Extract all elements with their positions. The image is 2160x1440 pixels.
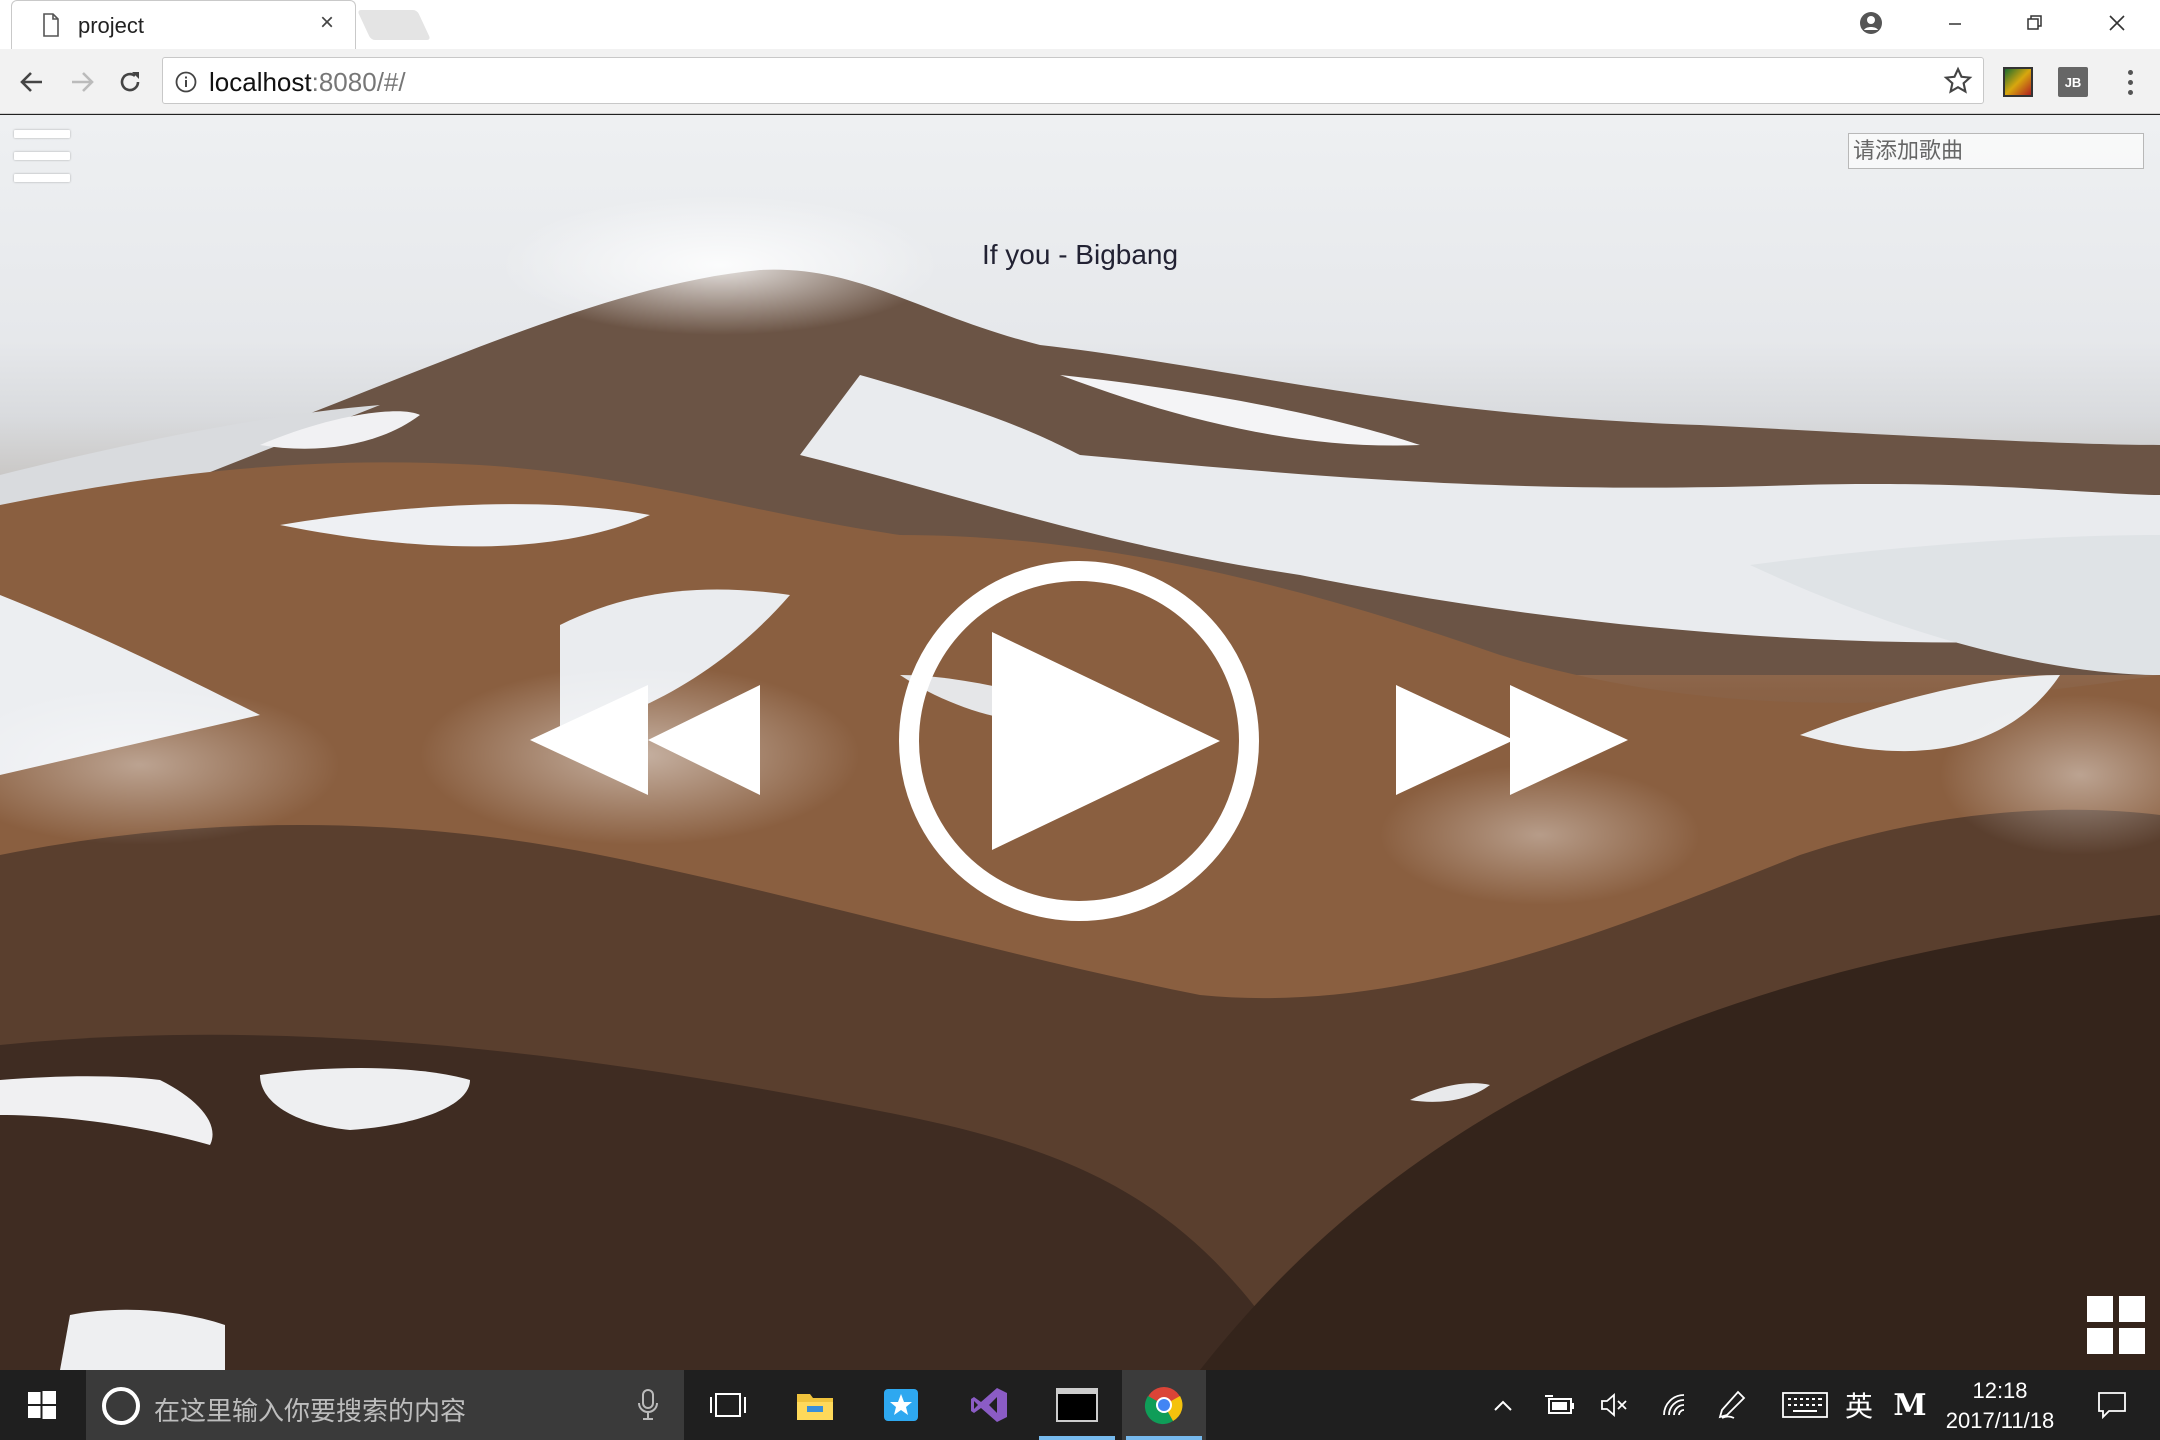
clock-time: 12:18 (1972, 1378, 2028, 1403)
bookmark-star-icon[interactable] (1943, 66, 1973, 101)
chrome-button[interactable] (1122, 1370, 1206, 1440)
song-title: If you - Bigbang (981, 239, 1179, 270)
microphone-icon[interactable] (636, 1388, 660, 1427)
taskbar-search-placeholder: 在这里输入你要搜索的内容 (154, 1397, 467, 1427)
minimize-button[interactable] (1940, 8, 1970, 38)
address-bar[interactable]: localhost:8080/#/ (162, 57, 1984, 104)
folder-icon (797, 1394, 833, 1420)
jb-extension-icon[interactable]: JB (2058, 67, 2088, 97)
extension-icon[interactable] (2003, 67, 2033, 97)
volume-muted-icon[interactable] (1596, 1370, 1632, 1440)
start-button[interactable] (0, 1370, 84, 1440)
action-center-button[interactable] (2082, 1370, 2142, 1440)
back-button[interactable] (14, 64, 50, 100)
reload-button[interactable] (112, 64, 148, 100)
clock-date: 2017/11/18 (1945, 1408, 2055, 1433)
terminal-icon (1056, 1388, 1098, 1422)
url-text[interactable]: localhost:8080/#/ (209, 67, 406, 98)
chevron-up-icon (1494, 1400, 1512, 1411)
new-tab-button[interactable] (357, 10, 431, 40)
wifi-icon[interactable] (1656, 1370, 1692, 1440)
visual-studio-button[interactable] (947, 1370, 1031, 1440)
task-view-button[interactable] (686, 1370, 770, 1440)
close-window-button[interactable] (2102, 8, 2132, 38)
star-app-icon (884, 1389, 918, 1421)
hamburger-menu-icon[interactable] (14, 130, 70, 182)
windows-logo-icon (28, 1391, 56, 1419)
file-explorer-button[interactable] (773, 1370, 857, 1440)
page-viewport: If you - Bigbang (0, 115, 2160, 1370)
cortana-icon[interactable] (102, 1387, 140, 1425)
windows-taskbar: 在这里输入你要搜索的内容 英 M 12:18 2017/11/18 (0, 1370, 2160, 1440)
url-host: localhost (209, 67, 312, 97)
input-method-indicator[interactable]: 英 (1842, 1370, 1876, 1440)
next-track-button[interactable] (1396, 685, 1628, 795)
add-song-input[interactable] (1848, 133, 2144, 169)
restore-button[interactable] (2020, 8, 2050, 38)
browser-menu-icon[interactable] (2120, 67, 2140, 97)
taskbar-search-box[interactable]: 在这里输入你要搜索的内容 (86, 1370, 684, 1440)
visual-studio-icon (971, 1388, 1007, 1422)
m-app-tray-icon[interactable]: M (1893, 1370, 1927, 1440)
tab-project[interactable]: project × (11, 0, 356, 49)
browser-titlebar: project × (0, 0, 2160, 49)
task-view-icon (710, 1393, 746, 1417)
previous-track-button[interactable] (530, 685, 766, 795)
account-icon[interactable] (1856, 8, 1886, 38)
battery-icon[interactable] (1540, 1370, 1580, 1440)
grid-view-icon[interactable] (2087, 1296, 2145, 1354)
info-icon[interactable] (175, 71, 197, 98)
browser-toolbar: localhost:8080/#/ JB (0, 49, 2160, 114)
document-icon (42, 13, 60, 42)
system-clock[interactable]: 12:18 2017/11/18 (1940, 1376, 2060, 1436)
terminal-button[interactable] (1035, 1370, 1119, 1440)
pen-workspace-icon[interactable] (1714, 1370, 1750, 1440)
show-hidden-icons-button[interactable] (1488, 1370, 1518, 1440)
active-indicator (1126, 1436, 1202, 1440)
chrome-icon (1144, 1387, 1183, 1425)
app-star-button[interactable] (860, 1370, 944, 1440)
notification-icon (2098, 1392, 2126, 1419)
tab-close-icon[interactable]: × (320, 11, 334, 35)
tab-title: project (78, 13, 145, 38)
active-indicator (1039, 1436, 1115, 1440)
forward-button[interactable] (64, 64, 100, 100)
url-path: :8080/#/ (311, 67, 406, 97)
play-button[interactable] (898, 560, 1260, 922)
touch-keyboard-icon[interactable] (1780, 1370, 1830, 1440)
